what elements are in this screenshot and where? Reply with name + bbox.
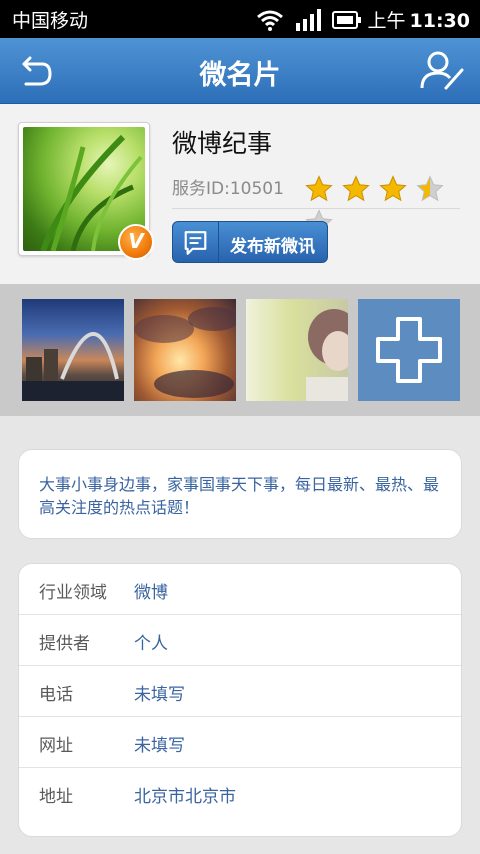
bridge-city-photo[interactable]	[22, 299, 124, 401]
profile-header: V 微博纪事 服务ID:10501 发布新微讯	[0, 104, 480, 284]
info-row-provider: 提供者 个人	[19, 615, 461, 666]
star-full-icon	[304, 174, 336, 204]
info-row-website[interactable]: 网址 未填写	[19, 717, 461, 768]
girl-meadow-photo[interactable]	[246, 299, 348, 401]
info-row-address[interactable]: 地址 北京市北京市	[19, 768, 461, 819]
title-bar: 微名片	[0, 38, 480, 104]
info-row-industry: 行业领域 微博	[19, 564, 461, 615]
star-half-icon	[415, 174, 447, 204]
signal-icon	[296, 9, 321, 31]
plus-icon	[376, 317, 442, 383]
carrier-label: 中国移动	[12, 10, 89, 32]
info-list: 行业领域 微博 提供者 个人 电话 未填写 网址 未填写 地址 北京市北京市	[18, 563, 462, 837]
info-row-phone[interactable]: 电话 未填写	[19, 666, 461, 717]
compose-icon	[184, 222, 219, 262]
sunset-clouds-photo[interactable]	[134, 299, 236, 401]
wifi-icon	[257, 10, 283, 31]
service-id: 服务ID:10501	[172, 179, 284, 199]
girl-illustration	[306, 309, 348, 401]
verified-badge: V	[118, 224, 154, 260]
battery-icon	[332, 11, 361, 29]
edit-profile-icon[interactable]	[418, 48, 466, 94]
clouds-illustration	[134, 307, 236, 398]
page-title: 微名片	[199, 60, 281, 91]
info-value: 未填写	[134, 685, 185, 705]
post-button-label: 发布新微讯	[230, 237, 315, 257]
add-photo-button[interactable]	[358, 299, 460, 401]
info-label: 行业领域	[39, 583, 107, 603]
bridge-illustration	[22, 332, 124, 401]
photo-gallery	[0, 284, 480, 416]
info-label: 电话	[39, 685, 73, 705]
rating-stars	[304, 174, 480, 236]
star-full-icon	[378, 174, 410, 204]
clock-ampm: 上午	[367, 10, 406, 32]
info-label: 提供者	[39, 634, 90, 654]
info-value: 个人	[134, 634, 168, 654]
description-text: 大事小事身边事，家事国事天下事，每日最新、最热、最高关注度的热点话题！	[39, 475, 440, 517]
info-value: 未填写	[134, 736, 185, 756]
info-value: 微博	[134, 583, 168, 603]
info-label: 网址	[39, 736, 73, 756]
status-bar: 中国移动 上午 11:30	[0, 0, 480, 38]
description-card: 大事小事身边事，家事国事天下事，每日最新、最热、最高关注度的热点话题！	[18, 449, 462, 539]
info-value: 北京市北京市	[134, 787, 236, 807]
profile-name: 微博纪事	[172, 129, 273, 158]
profile-divider	[172, 208, 460, 209]
clock-time: 11:30	[409, 10, 470, 32]
post-new-message-button[interactable]: 发布新微讯	[172, 221, 328, 263]
info-label: 地址	[39, 787, 73, 807]
star-full-icon	[341, 174, 373, 204]
clock: 上午 11:30	[368, 6, 471, 33]
